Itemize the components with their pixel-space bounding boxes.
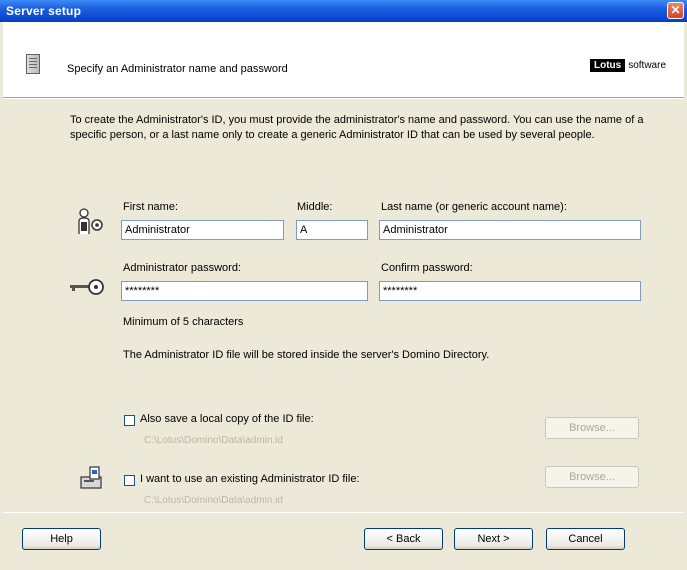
lotus-logo: Lotus <box>590 59 626 72</box>
help-button[interactable]: Help <box>22 528 101 550</box>
title-bar: Server setup ✕ <box>0 0 687 22</box>
use-existing-checkbox[interactable] <box>124 475 135 486</box>
use-existing-browse-button[interactable]: Browse... <box>545 466 639 488</box>
confirm-password-label: Confirm password: <box>381 262 473 274</box>
admin-password-label: Administrator password: <box>123 262 241 274</box>
next-button[interactable]: Next > <box>454 528 533 550</box>
save-local-path: C:\Lotus\Domino\Data\admin.id <box>144 435 283 446</box>
id-file-icon <box>80 466 102 489</box>
document-icon <box>26 54 40 74</box>
person-id-icon <box>78 208 103 234</box>
save-local-browse-button[interactable]: Browse... <box>545 417 639 439</box>
brand-logo: Lotus software <box>590 58 666 73</box>
header-band <box>3 22 684 97</box>
first-name-input[interactable]: Administrator <box>121 220 284 240</box>
middle-label: Middle: <box>297 201 333 213</box>
description-text: To create the Administrator's ID, you mu… <box>70 114 644 141</box>
window-title: Server setup <box>6 4 82 18</box>
save-local-checkbox[interactable] <box>124 415 135 426</box>
key-icon <box>70 279 104 295</box>
middle-input[interactable]: A <box>296 220 368 240</box>
last-name-input[interactable]: Administrator <box>379 220 641 240</box>
last-name-label: Last name (or generic account name): <box>381 201 567 213</box>
first-name-label: First name: <box>123 201 179 213</box>
back-button[interactable]: < Back <box>364 528 443 550</box>
close-button[interactable]: ✕ <box>667 2 684 19</box>
admin-password-input[interactable]: ******** <box>121 281 368 301</box>
store-note: The Administrator ID file will be stored… <box>123 349 490 361</box>
cancel-button[interactable]: Cancel <box>546 528 625 550</box>
confirm-password-input[interactable]: ******** <box>379 281 641 301</box>
use-existing-label: I want to use an existing Administrator … <box>140 473 360 485</box>
min-length-note: Minimum of 5 characters <box>123 316 244 328</box>
brand-suffix: software <box>628 60 667 71</box>
close-icon: ✕ <box>670 3 681 17</box>
footer-divider <box>3 512 684 513</box>
page-title: Specify an Administrator name and passwo… <box>67 63 288 75</box>
use-existing-path: C:\Lotus\Domino\Data\admin.id <box>144 495 283 506</box>
save-local-label: Also save a local copy of the ID file: <box>140 413 314 425</box>
header-divider-highlight <box>3 98 684 99</box>
